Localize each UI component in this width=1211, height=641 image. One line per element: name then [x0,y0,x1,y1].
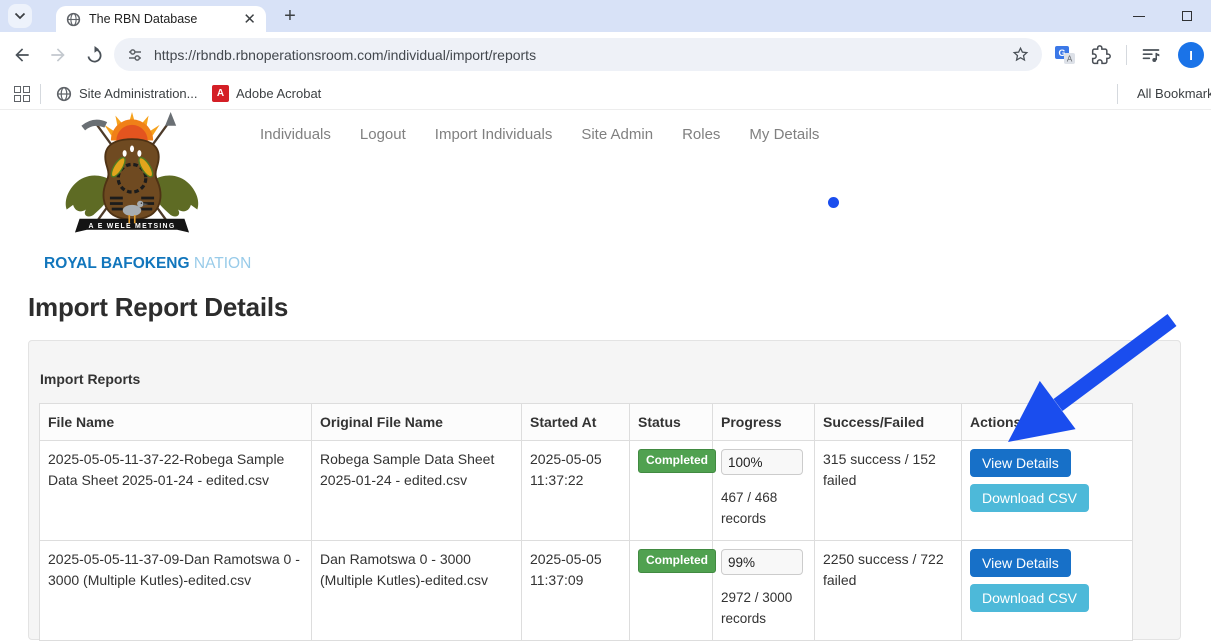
cell-success-failed: 2250 success / 722 failed [815,541,962,641]
import-reports-table: File Name Original File Name Started At … [39,403,1133,641]
nav-roles[interactable]: Roles [682,126,720,143]
media-controls-icon[interactable] [1140,44,1162,66]
url-text[interactable]: https://rbndb.rbnoperationsroom.com/indi… [154,47,1011,63]
logo-wordmark: ROYAL BAFOKENG NATION [44,255,220,273]
reload-button[interactable] [80,41,108,69]
tab-close-icon[interactable]: ✕ [243,12,256,27]
svg-text:A: A [1067,55,1073,64]
col-started-at: Started At [522,404,630,441]
tab-search-button[interactable] [8,4,32,28]
tab-title: The RBN Database [89,12,243,26]
cell-actions: View Details Download CSV [962,541,1133,641]
bookmarks-divider [40,84,41,104]
back-button[interactable] [8,41,36,69]
profile-avatar[interactable]: I [1178,42,1204,68]
col-status: Status [630,404,713,441]
all-bookmarks-label: All Bookmarks [1137,86,1211,101]
cell-success-failed: 315 success / 152 failed [815,441,962,541]
col-success-failed: Success/Failed [815,404,962,441]
cell-original-file-name: Robega Sample Data Sheet 2025-01-24 - ed… [312,441,522,541]
bookmarks-divider [1117,84,1118,104]
download-csv-button[interactable]: Download CSV [970,484,1089,512]
progress-bar: 99% [721,549,803,575]
bookmark-adobe-acrobat[interactable]: A Adobe Acrobat [212,78,321,109]
table-header-row: File Name Original File Name Started At … [40,404,1133,441]
cell-progress: 99% 2972 / 3000 records [713,541,815,641]
status-badge: Completed [638,549,716,572]
minimize-icon [1133,16,1145,17]
page-title: Import Report Details [28,292,288,323]
translate-glyph-icon: G A [1054,44,1076,66]
address-bar[interactable]: https://rbndb.rbnoperationsroom.com/indi… [114,38,1042,71]
status-badge: Completed [638,449,716,472]
progress-bar: 100% [721,449,803,475]
nav-my-details[interactable]: My Details [749,126,819,143]
puzzle-glyph-icon [1091,45,1111,65]
cell-progress: 100% 467 / 468 records [713,441,815,541]
cell-file-name: 2025-05-05-11-37-22-Robega Sample Data S… [40,441,312,541]
view-details-button[interactable]: View Details [970,449,1071,477]
bookmark-site-administration[interactable]: Site Administration... [56,78,198,109]
logo-name-light: NATION [194,255,251,272]
nav-import-individuals[interactable]: Import Individuals [435,126,553,143]
nav-individuals[interactable]: Individuals [260,126,331,143]
records-count: 2972 / 3000 records [721,588,805,629]
browser-toolbar: https://rbndb.rbnoperationsroom.com/indi… [0,32,1211,78]
all-bookmarks-button[interactable]: All Bookmarks [1130,78,1211,109]
toolbar-divider [1126,45,1127,65]
adobe-acrobat-icon: A [212,85,229,102]
logo-motto: A E WELE METSING [89,223,176,230]
site-settings-tune-icon[interactable] [126,46,144,64]
main-navigation: Individuals Logout Import Individuals Si… [260,126,819,143]
window-maximize-button[interactable] [1166,0,1208,32]
cell-actions: View Details Download CSV [962,441,1133,541]
cell-original-file-name: Dan Ramotswa 0 - 3000 (Multiple Kutles)-… [312,541,522,641]
forward-button[interactable] [44,41,72,69]
table-row: 2025-05-05-11-37-09-Dan Ramotswa 0 - 300… [40,541,1133,641]
globe-favicon-icon [66,12,81,27]
bookmarks-bar: Site Administration... A Adobe Acrobat A… [0,78,1211,110]
col-progress: Progress [713,404,815,441]
rbn-logo: A E WELE METSING ROYAL BAFOKENG NATION [44,112,220,273]
view-details-button[interactable]: View Details [970,549,1071,577]
browser-tab[interactable]: The RBN Database ✕ [56,6,266,32]
logo-name-bold: ROYAL BAFOKENG [44,255,190,272]
bookmark-star-icon[interactable] [1011,45,1030,64]
cell-started-at: 2025-05-05 11:37:09 [522,541,630,641]
panel-title: Import Reports [40,371,140,387]
cell-status: Completed [630,441,713,541]
nav-logout[interactable]: Logout [360,126,406,143]
extensions-puzzle-icon[interactable] [1090,44,1112,66]
globe-icon [56,86,72,102]
nav-site-admin[interactable]: Site Admin [581,126,653,143]
back-arrow-icon [12,45,32,65]
records-count: 467 / 468 records [721,488,805,529]
reload-icon [84,45,105,66]
bookmark-label: Site Administration... [79,86,198,101]
blue-dot-indicator [828,197,839,208]
col-original-file-name: Original File Name [312,404,522,441]
bookmark-label: Adobe Acrobat [236,86,321,101]
table-row: 2025-05-05-11-37-22-Robega Sample Data S… [40,441,1133,541]
import-reports-panel: Import Reports File Name Original File N… [28,340,1181,640]
apps-grid-icon[interactable] [14,86,30,102]
coat-of-arms-icon: A E WELE METSING [47,112,217,250]
col-file-name: File Name [40,404,312,441]
translate-icon[interactable]: G A [1054,44,1076,66]
chevron-down-icon [14,12,26,20]
cell-status: Completed [630,541,713,641]
col-actions: Actions [962,404,1133,441]
page-content: A E WELE METSING ROYAL BAFOKENG NATION I… [0,110,1211,635]
download-csv-button[interactable]: Download CSV [970,584,1089,612]
new-tab-button[interactable]: + [278,4,302,28]
forward-arrow-icon [48,45,68,65]
playlist-note-glyph-icon [1141,45,1161,65]
cell-file-name: 2025-05-05-11-37-09-Dan Ramotswa 0 - 300… [40,541,312,641]
maximize-icon [1182,11,1192,21]
cell-started-at: 2025-05-05 11:37:22 [522,441,630,541]
browser-tab-bar: The RBN Database ✕ + [0,0,1211,32]
window-minimize-button[interactable] [1118,0,1160,32]
